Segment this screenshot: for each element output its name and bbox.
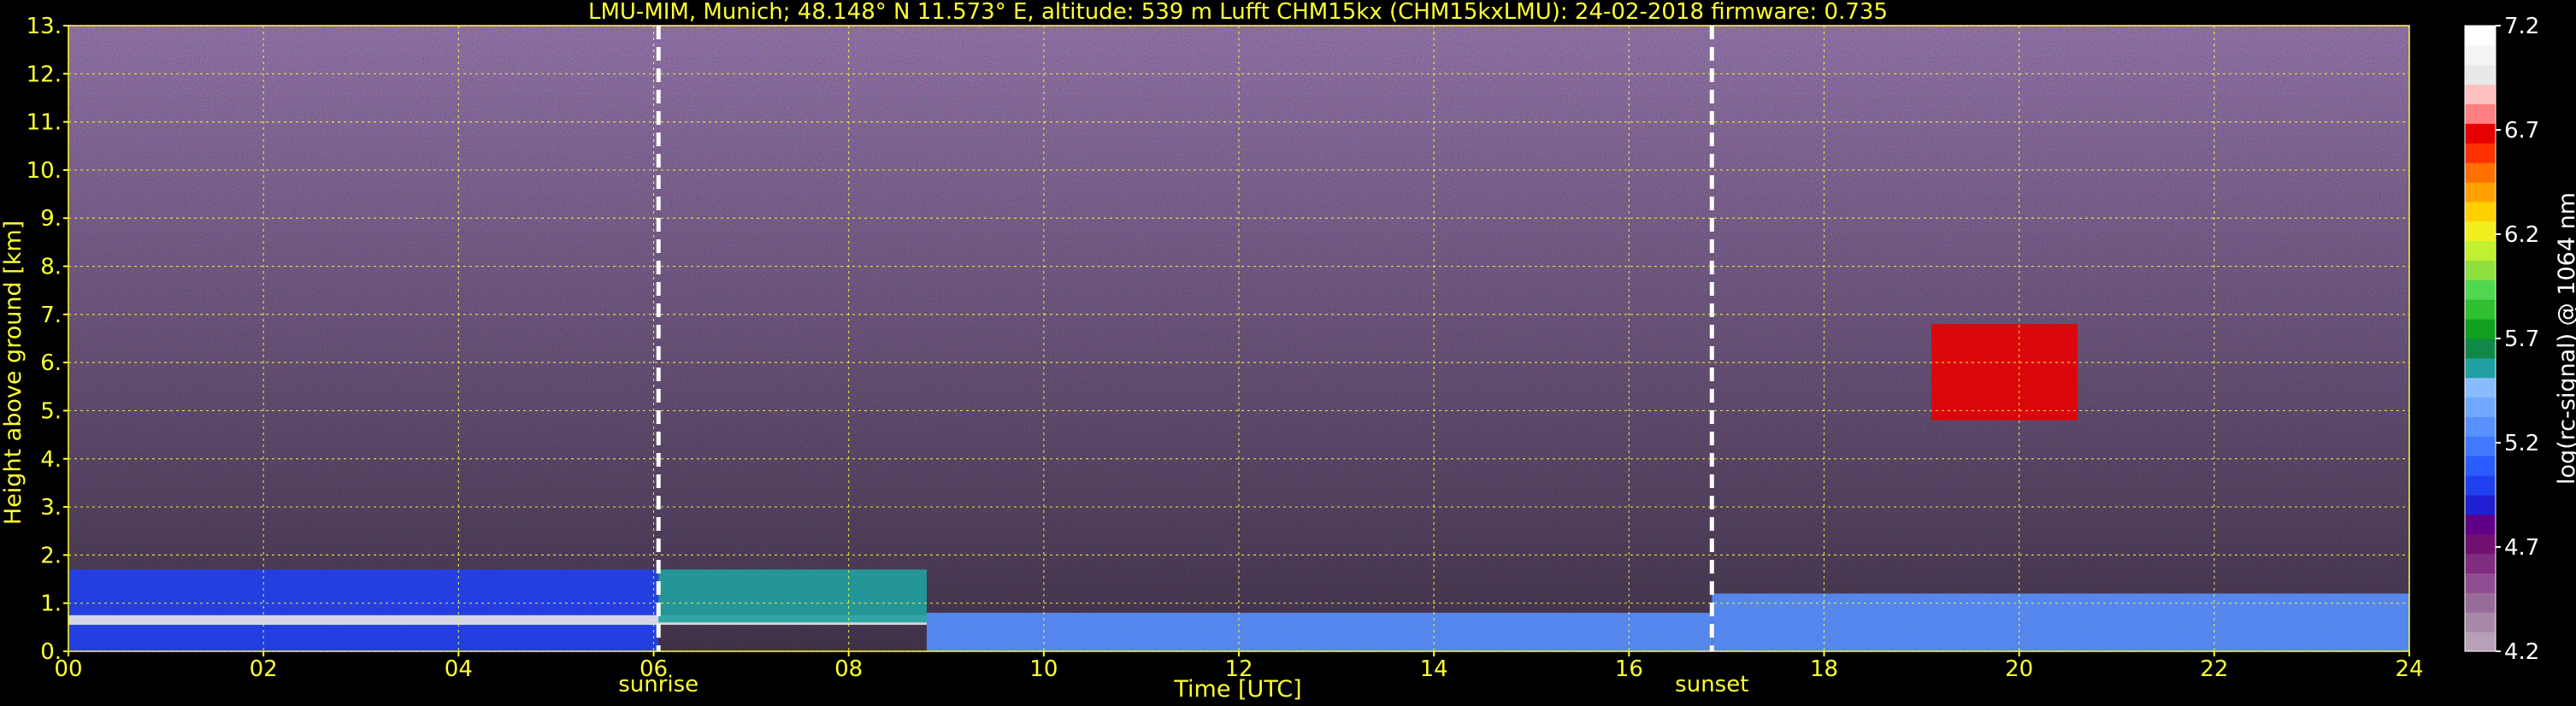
colorbar-segment <box>2465 182 2496 203</box>
colorbar-segment <box>2465 553 2496 574</box>
y-tick-label: 12. <box>27 62 62 87</box>
colorbar-segment <box>2465 84 2496 104</box>
colorbar-segment <box>2465 436 2496 456</box>
y-tick-label: 0. <box>40 639 62 665</box>
colorbar-tick-label: 6.7 <box>2504 118 2539 144</box>
y-tick-label: 5. <box>40 398 62 424</box>
x-tick-label: 06 <box>640 656 668 682</box>
colorbar-segment <box>2465 475 2496 496</box>
colorbar-segment <box>2465 416 2496 437</box>
colorbar-segment <box>2465 201 2496 222</box>
x-tick-label: 14 <box>1420 656 1448 682</box>
colorbar-segment <box>2465 103 2496 124</box>
morning-layer <box>658 569 927 623</box>
x-tick-label: 16 <box>1615 656 1643 682</box>
plot-area: sunrise sunset <box>68 25 2410 697</box>
colorbar-segment <box>2465 240 2496 261</box>
colorbar-segment <box>2465 44 2496 66</box>
colorbar-segment <box>2465 533 2496 555</box>
colorbar-tick-label: 4.2 <box>2504 639 2539 665</box>
y-tick-label: 10. <box>27 158 62 184</box>
colorbar-segment <box>2465 26 2496 46</box>
ceilometer-chart: LMU-MIM, Munich; 48.148° N 11.573° E, al… <box>0 0 2576 703</box>
colorbar-segment <box>2465 632 2496 652</box>
colorbar-label: log(rc-signal) @ 1064 nm <box>2554 192 2576 485</box>
y-tick-label: 13. <box>27 14 62 39</box>
sunset-label: sunset <box>1675 672 1748 697</box>
x-tick-label: 20 <box>2005 656 2033 682</box>
y-tick-label: 8. <box>40 255 62 280</box>
x-tick-label: 22 <box>2200 656 2228 682</box>
y-tick-label: 6. <box>40 350 62 376</box>
colorbar-tick-label: 4.7 <box>2504 535 2539 561</box>
chart-title: LMU-MIM, Munich; 48.148° N 11.573° E, al… <box>588 0 1888 25</box>
daytime-layer <box>926 612 1712 651</box>
colorbar-tick-label: 5.2 <box>2504 431 2539 456</box>
colorbar-segment <box>2465 299 2496 320</box>
y-tick-label: 11. <box>27 110 62 136</box>
x-tick-label: 18 <box>1810 656 1838 682</box>
colorbar-segment <box>2465 514 2496 535</box>
evening-layer <box>1712 593 2409 651</box>
colorbar-segment <box>2465 573 2496 593</box>
x-tick-label: 10 <box>1029 656 1058 682</box>
colorbar-segment <box>2465 260 2496 280</box>
y-tick-label: 7. <box>40 303 62 328</box>
colorbar-tick-label: 7.2 <box>2504 14 2539 39</box>
colorbar-segment <box>2465 357 2496 379</box>
colorbar-segment <box>2465 377 2496 398</box>
colorbar-tick-label: 5.7 <box>2504 327 2539 352</box>
y-tick-label: 2. <box>40 543 62 568</box>
x-axis-label: Time [UTC] <box>1173 676 1301 703</box>
x-tick-label: 04 <box>445 656 473 682</box>
x-tick-label: 02 <box>250 656 278 682</box>
colorbar-segment <box>2465 123 2496 144</box>
colorbar-segment <box>2465 143 2496 163</box>
cirrus-cloud <box>1931 324 2078 421</box>
colorbar-segment <box>2465 456 2496 476</box>
y-axis: 0. 1. 2. 3. 4. 5. 6. 7. 8. 9. 10. 11. 12. 13. <box>27 14 68 665</box>
colorbar-segment <box>2465 338 2496 359</box>
y-tick-label: 1. <box>40 591 62 617</box>
colorbar: 7.2 6.7 6.2 5.7 5.2 4.7 4.2 <box>2464 14 2539 665</box>
colorbar-segment <box>2465 592 2496 613</box>
colorbar-segment <box>2465 221 2496 242</box>
aerosol-layer-night <box>68 569 659 651</box>
y-tick-label: 9. <box>40 206 62 232</box>
colorbar-segment <box>2465 64 2496 85</box>
colorbar-segment <box>2465 612 2496 632</box>
colorbar-tick-label: 6.2 <box>2504 222 2539 248</box>
colorbar-segment <box>2465 279 2496 300</box>
colorbar-segment <box>2465 397 2496 417</box>
colorbar-segment <box>2465 495 2496 515</box>
colorbar-segment <box>2465 162 2496 183</box>
x-tick-label: 24 <box>2395 656 2423 682</box>
colorbar-segment <box>2465 319 2496 339</box>
y-axis-label: Height above ground [km] <box>0 221 27 525</box>
x-tick-label: 08 <box>834 656 863 682</box>
y-tick-label: 3. <box>40 495 62 521</box>
y-tick-label: 4. <box>40 447 62 473</box>
